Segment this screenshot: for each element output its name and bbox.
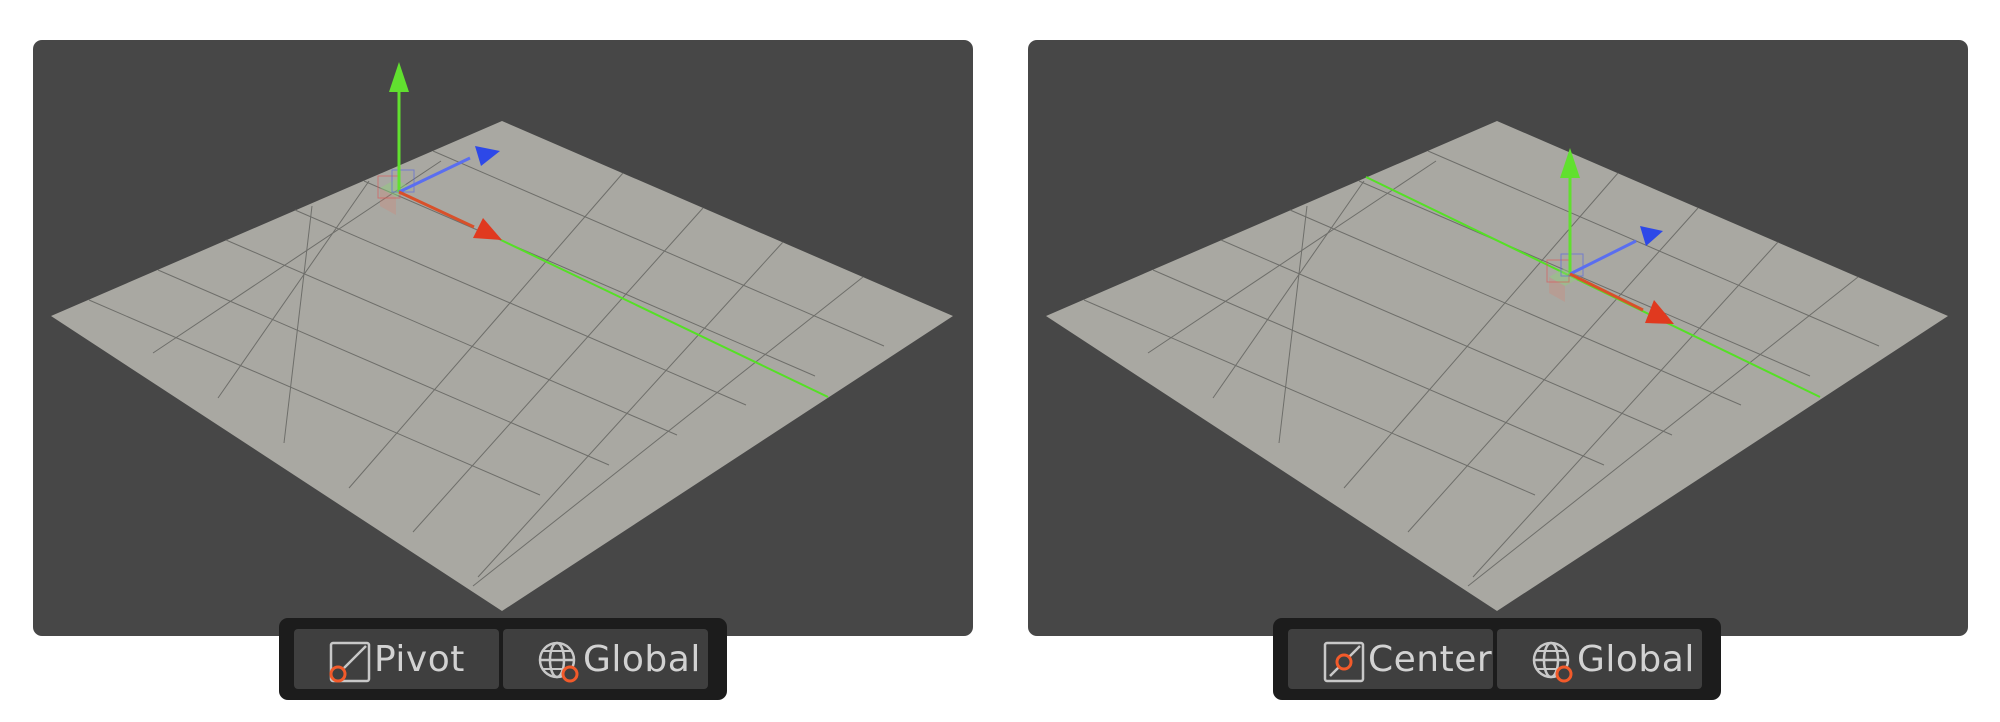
handle-toolbar-right: Center Global — [1273, 618, 1721, 700]
handle-toolbar-left: Pivot Global — [279, 618, 727, 700]
center-mode-label: Center — [1368, 638, 1493, 680]
center-mode-toggle[interactable]: Center — [1288, 629, 1493, 689]
space-mode-label: Global — [1577, 638, 1695, 680]
y-axis-arrow[interactable] — [389, 62, 409, 92]
ground-plane — [51, 121, 953, 611]
space-mode-toggle[interactable]: Global — [1497, 629, 1702, 689]
pivot-icon — [329, 641, 371, 683]
globe-icon — [538, 641, 579, 683]
pivot-mode-label: Pivot — [374, 638, 465, 680]
pivot-mode-toggle[interactable]: Pivot — [294, 629, 499, 689]
scene-viewport-pivot[interactable] — [33, 40, 973, 636]
center-icon — [1323, 641, 1365, 683]
globe-icon — [1532, 641, 1573, 683]
scene-viewport-center[interactable] — [1028, 40, 1968, 636]
ground-plane — [1046, 121, 1948, 611]
space-mode-toggle[interactable]: Global — [503, 629, 708, 689]
space-mode-label: Global — [583, 638, 701, 680]
